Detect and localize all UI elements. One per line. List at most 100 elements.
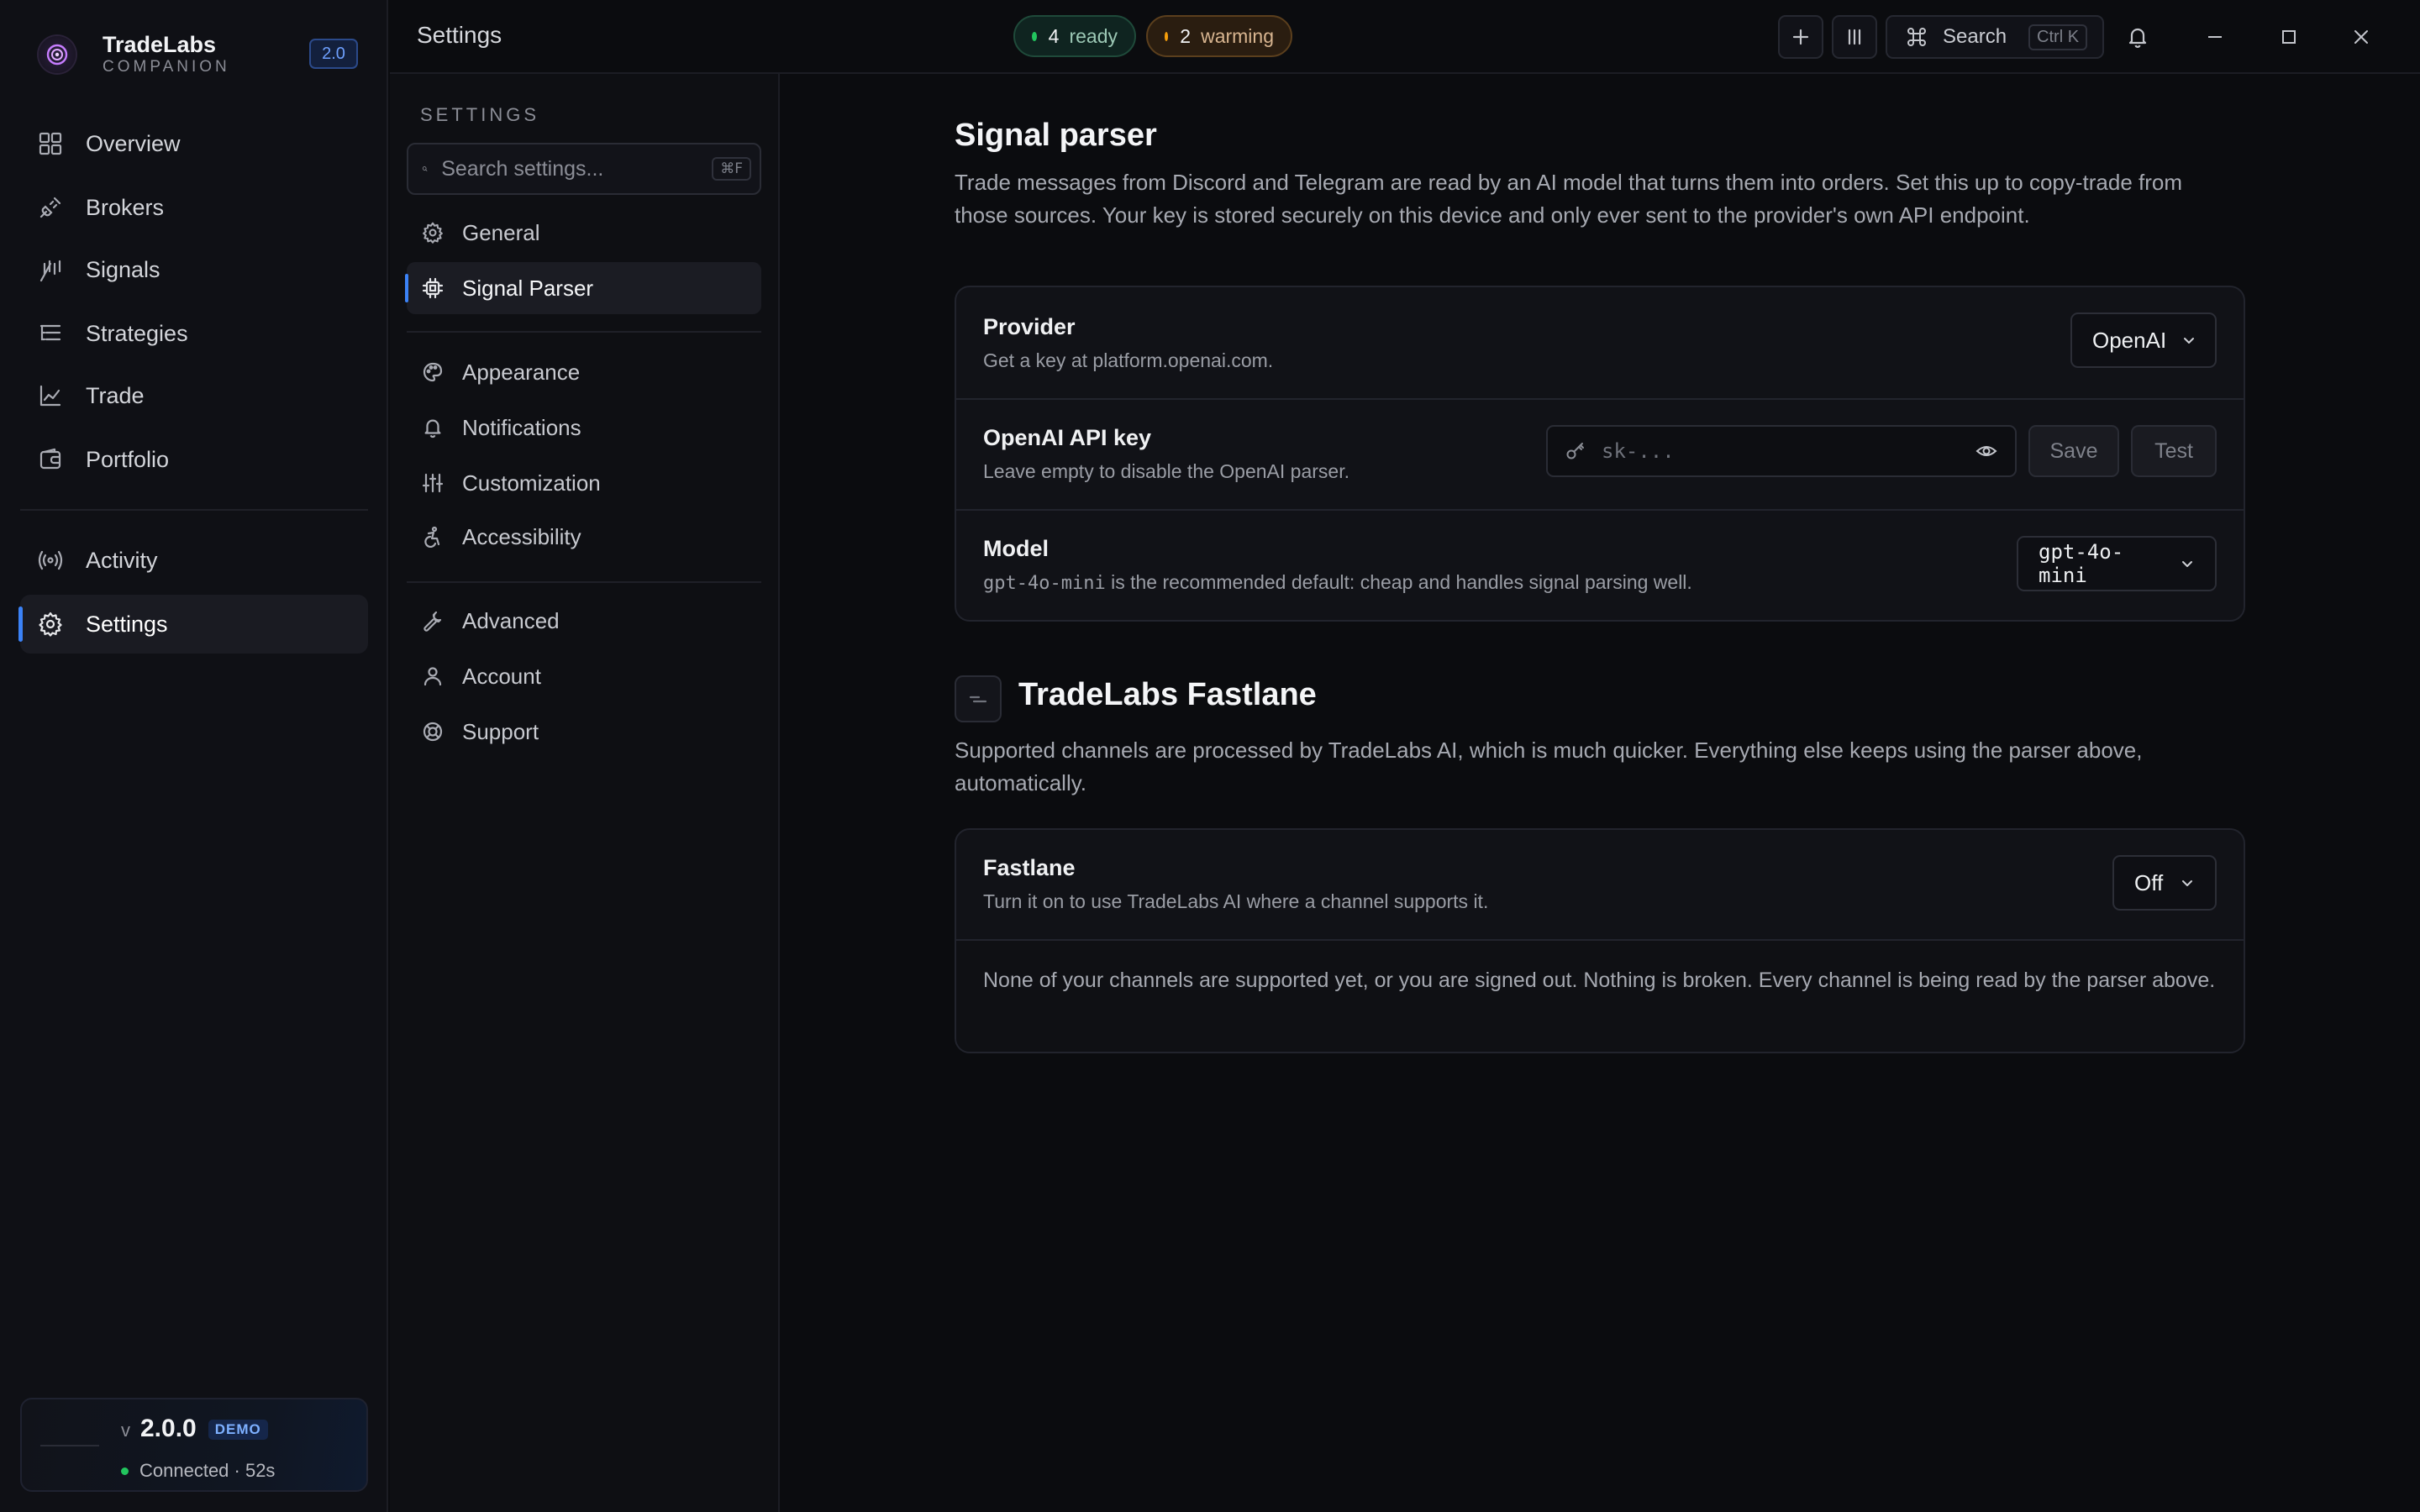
chevron-down-icon <box>2180 875 2195 890</box>
command-search-button[interactable]: Search Ctrl K <box>1886 15 2104 59</box>
model-help-code: gpt-4o-mini <box>983 573 1106 594</box>
list-tree-icon <box>37 320 64 347</box>
lifebuoy-icon <box>420 719 445 744</box>
settings-nav-notifications[interactable]: Notifications <box>407 402 761 454</box>
settings-nav-divider <box>407 581 761 583</box>
settings-search-field[interactable]: ⌘F <box>407 143 761 195</box>
add-button[interactable] <box>1778 15 1823 59</box>
provider-row: Provider Get a key at platform.openai.co… <box>956 287 2244 398</box>
nav-item-activity[interactable]: Activity <box>20 531 368 590</box>
fastlane-title: TradeLabs Fastlane <box>1018 677 1317 712</box>
settings-heading: SETTINGS <box>420 104 540 125</box>
settings-sidebar: SETTINGS ⌘F General Signal Parser <box>390 74 780 1512</box>
eye-icon[interactable] <box>1975 439 1998 463</box>
api-key-field[interactable] <box>1546 425 2017 477</box>
api-key-input[interactable] <box>1602 439 1975 463</box>
provider-select[interactable]: OpenAI <box>2070 312 2217 368</box>
maximize-icon <box>2282 30 2296 44</box>
settings-nav-label: Accessibility <box>462 523 581 549</box>
model-help: gpt-4o-mini is the recommended default: … <box>983 571 1692 594</box>
provider-value: OpenAI <box>2092 327 2167 353</box>
model-label: Model <box>983 536 1049 561</box>
settings-nav-label: Signal Parser <box>462 275 594 301</box>
settings-nav-label: General <box>462 219 540 245</box>
brand-subtitle: COMPANION <box>103 58 230 76</box>
chart-line-icon <box>37 382 64 409</box>
nav-item-strategies[interactable]: Strategies <box>20 304 368 363</box>
warming-label: warming <box>1201 24 1274 47</box>
plus-icon <box>1792 29 1809 45</box>
connection-status-card[interactable]: v 2.0.0 DEMO Connected · 52s <box>20 1398 368 1492</box>
nav-label: Trade <box>86 382 145 408</box>
chevron-down-icon <box>2181 333 2196 348</box>
settings-nav-label: Notifications <box>462 414 581 440</box>
nav-item-overview[interactable]: Overview <box>20 114 368 173</box>
close-button[interactable] <box>2344 20 2378 54</box>
bell-icon <box>420 415 445 440</box>
nav-label: Portfolio <box>86 446 170 472</box>
notifications-button[interactable] <box>2121 20 2154 54</box>
settings-nav-general[interactable]: General <box>407 207 761 259</box>
warming-status-pill[interactable]: 2 warming <box>1146 15 1292 57</box>
settings-nav-divider <box>407 331 761 333</box>
signal-parser-title: Signal parser <box>955 118 1157 153</box>
nav-label: Overview <box>86 130 181 156</box>
minimize-icon <box>2208 36 2222 38</box>
cpu-icon <box>420 276 445 301</box>
gear-icon <box>37 611 64 638</box>
settings-nav-appearance[interactable]: Appearance <box>407 346 761 398</box>
ready-status-pill[interactable]: 4 ready <box>1013 15 1136 57</box>
warming-dot-icon <box>1165 31 1169 41</box>
settings-nav-signal-parser[interactable]: Signal Parser <box>405 262 761 314</box>
nav-label: Settings <box>86 611 168 637</box>
nav-item-signals[interactable]: Signals <box>20 240 368 299</box>
ready-label: ready <box>1069 24 1118 47</box>
model-select[interactable]: gpt-4o-mini <box>2017 536 2217 591</box>
version-number: 2.0.0 <box>140 1415 197 1442</box>
settings-nav-label: Appearance <box>462 359 581 385</box>
columns-layout-button[interactable] <box>1832 15 1877 59</box>
nav-label: Brokers <box>86 194 165 220</box>
model-help-text: is the recommended default: cheap and ha… <box>1105 571 1692 593</box>
save-key-button[interactable]: Save <box>2028 425 2119 477</box>
bell-icon <box>2128 28 2147 48</box>
minimize-button[interactable] <box>2198 20 2232 54</box>
settings-nav-customization[interactable]: Customization <box>407 457 761 509</box>
nav-item-trade[interactable]: Trade <box>20 366 368 425</box>
page-title: Settings <box>417 22 502 48</box>
nav-item-settings[interactable]: Settings <box>18 595 368 654</box>
gear-icon <box>420 220 445 245</box>
settings-nav-accessibility[interactable]: Accessibility <box>407 511 761 563</box>
settings-nav-support[interactable]: Support <box>407 706 761 758</box>
fastlane-select[interactable]: Off <box>2112 855 2217 911</box>
ready-count: 4 <box>1048 24 1060 47</box>
settings-search-input[interactable] <box>441 156 713 181</box>
settings-nav-advanced[interactable]: Advanced <box>407 595 761 647</box>
palette-icon <box>420 360 445 385</box>
fastlane-note-row: None of your channels are supported yet,… <box>956 941 2244 1052</box>
columns-icon <box>1848 29 1861 45</box>
fastlane-note: None of your channels are supported yet,… <box>983 969 2216 992</box>
nav-item-brokers[interactable]: Brokers <box>20 178 368 237</box>
accessibility-icon <box>420 524 445 549</box>
brand[interactable]: TradeLabs COMPANION <box>39 32 230 77</box>
fastlane-label: Fastlane <box>983 855 1076 880</box>
nav-item-portfolio[interactable]: Portfolio <box>20 430 368 489</box>
connected-dot-icon <box>121 1467 129 1475</box>
app-sidebar: TradeLabs COMPANION 2.0 Overview Brokers <box>0 0 388 1512</box>
nav-label: Signals <box>86 256 160 282</box>
grid-icon <box>37 130 64 157</box>
warming-count: 2 <box>1180 24 1192 47</box>
plug-icon <box>37 194 64 221</box>
chevron-down-icon <box>2180 556 2195 571</box>
fastlane-toggle-row: Fastlane Turn it on to use TradeLabs AI … <box>956 830 2244 939</box>
ready-dot-icon <box>1032 31 1037 41</box>
provider-label: Provider <box>983 314 1076 339</box>
test-key-button[interactable]: Test <box>2131 425 2217 477</box>
fastlane-card: Fastlane Turn it on to use TradeLabs AI … <box>955 828 2245 1053</box>
maximize-button[interactable] <box>2272 20 2306 54</box>
settings-nav-label: Support <box>462 718 539 744</box>
model-row: Model gpt-4o-mini is the recommended def… <box>956 511 2244 620</box>
tradelabs-logo-icon <box>39 36 76 73</box>
settings-nav-account[interactable]: Account <box>407 650 761 702</box>
